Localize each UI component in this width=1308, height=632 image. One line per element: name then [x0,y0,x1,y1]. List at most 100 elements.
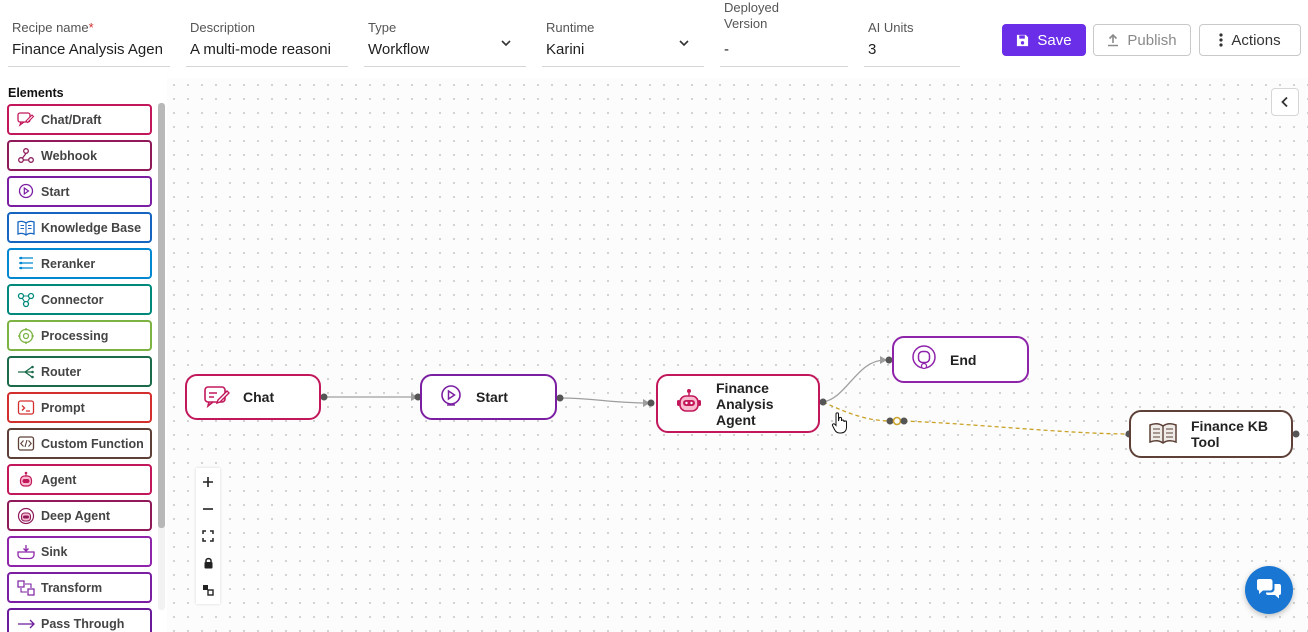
zoom-controls [196,468,220,604]
prompt-icon [17,399,35,415]
start-play-icon [438,383,464,412]
zoom-out-button[interactable] [196,495,220,522]
sidebar-item-processing[interactable]: Processing [7,320,152,351]
recipe-name-input[interactable]: Finance Analysis Agen [12,41,170,58]
ai-units-label: AI Units [868,20,914,35]
sidebar-item-connector[interactable]: Connector [7,284,152,315]
plus-icon [203,476,213,487]
node-end-label: End [950,351,977,368]
description-label: Description [190,20,256,35]
start-play-icon [18,183,34,198]
router-icon [18,365,34,378]
interactive-icon [203,584,214,596]
lock-button[interactable] [196,549,220,576]
deployed-version-field: Deployed Version - [720,0,848,70]
sidebar-item-label: Sink [41,544,68,559]
description-input[interactable]: A multi-mode reasoni [190,41,346,58]
edge-agent-tool[interactable] [822,401,1132,435]
required-mark: * [88,20,94,35]
sidebar-item-sink[interactable]: Sink [7,536,152,567]
runtime-value: Karini [546,41,585,58]
sidebar-item-chat-draft[interactable]: Chat/Draft [7,104,152,135]
sidebar-item-prompt[interactable]: Prompt [7,392,152,423]
handle[interactable] [819,398,827,406]
handle[interactable] [1292,430,1300,438]
chat-bubbles-icon [1257,579,1281,599]
actions-button[interactable]: Actions [1199,24,1301,56]
handle[interactable] [320,393,328,401]
handle[interactable] [900,417,908,425]
hand-cursor-icon [831,412,847,434]
description-field[interactable]: Description A multi-mode reasoni [186,0,348,70]
elements-title: Elements [8,86,64,100]
publish-button-label: Publish [1127,31,1177,49]
sink-icon [17,544,35,559]
edge-start-agent[interactable] [559,397,650,404]
sidebar-item-start[interactable]: Start [7,176,152,207]
runtime-label: Runtime [546,20,595,35]
sidebar-item-router[interactable]: Router [7,356,152,387]
node-chat-label: Chat [243,389,275,405]
elements-sidebar: Elements Chat/Draft Webhook Start Knowledge… [0,82,167,632]
handle-selected[interactable] [892,416,902,426]
edge-agent-end[interactable] [822,359,886,403]
lock-icon [204,557,212,568]
ai-units-field[interactable]: AI Units 3 [864,0,960,70]
end-icon [910,344,938,375]
node-agent-label: Finance Analysis Agent [716,379,774,428]
reranker-icon [19,256,33,269]
sidebar-item-knowledge-base[interactable]: Knowledge Base [7,212,152,243]
type-select[interactable]: Type Workflow [364,0,526,70]
workflow-canvas[interactable]: Chat Start Finance Analysis Agent End Fi… [167,78,1308,632]
recipe-header: Recipe name* Finance Analysis Agen Descr… [0,0,1308,78]
sidebar-item-label: Prompt [41,400,85,415]
field-underline [186,66,348,67]
handle[interactable] [647,399,655,407]
recipe-name-field[interactable]: Recipe name* Finance Analysis Agen [8,0,170,70]
node-chat[interactable]: Chat [185,374,321,420]
book-icon [1147,420,1179,449]
actions-button-label: Actions [1231,31,1281,49]
sidebar-scrollbar[interactable] [158,103,165,610]
node-end[interactable]: End [892,336,1029,383]
node-finance-analysis-agent[interactable]: Finance Analysis Agent [656,374,820,433]
sidebar-item-agent[interactable]: Agent [7,464,152,495]
sidebar-item-custom-function[interactable]: Custom Function [7,428,152,459]
sidebar-item-deep-agent[interactable]: Deep Agent [7,500,152,531]
recipe-name-label: Recipe name [12,20,89,35]
node-finance-kb-tool[interactable]: Finance KB Tool [1129,410,1293,458]
sidebar-item-webhook[interactable]: Webhook [7,140,152,171]
publish-button[interactable]: Publish [1093,24,1191,56]
fit-view-button[interactable] [196,522,220,549]
save-button-label: Save [1037,31,1072,49]
knowledge-base-icon [17,220,35,236]
node-kb-tool-label: Finance KB Tool [1191,418,1269,450]
sidebar-item-transform[interactable]: Transform [7,572,152,603]
ai-units-input[interactable]: 3 [868,41,876,58]
handle[interactable] [886,417,894,425]
node-start[interactable]: Start [420,374,557,420]
zoom-in-button[interactable] [196,468,220,495]
field-underline [864,66,960,67]
connector-icon [17,292,35,307]
handle[interactable] [556,394,564,402]
sidebar-item-label: Processing [41,328,109,343]
field-underline [542,66,704,67]
transform-icon [17,579,35,596]
agent-robot-icon [674,387,704,420]
scrollbar-thumb[interactable] [158,103,165,528]
sidebar-item-label: Pass Through [41,616,125,631]
sidebar-item-label: Reranker [41,256,96,271]
runtime-select[interactable]: Runtime Karini [542,0,704,70]
interactive-toggle-button[interactable] [196,576,220,603]
node-start-label: Start [476,389,508,405]
sidebar-item-reranker[interactable]: Reranker [7,248,152,279]
sidebar-item-label: Knowledge Base [41,220,142,235]
upload-icon [1108,33,1119,47]
chat-support-button[interactable] [1245,566,1293,614]
collapse-panel-button[interactable] [1271,88,1299,116]
fit-view-icon [202,529,214,542]
sidebar-item-label: Start [41,184,70,199]
save-button[interactable]: Save [1002,24,1086,56]
sidebar-item-pass-through[interactable]: Pass Through [7,608,152,632]
